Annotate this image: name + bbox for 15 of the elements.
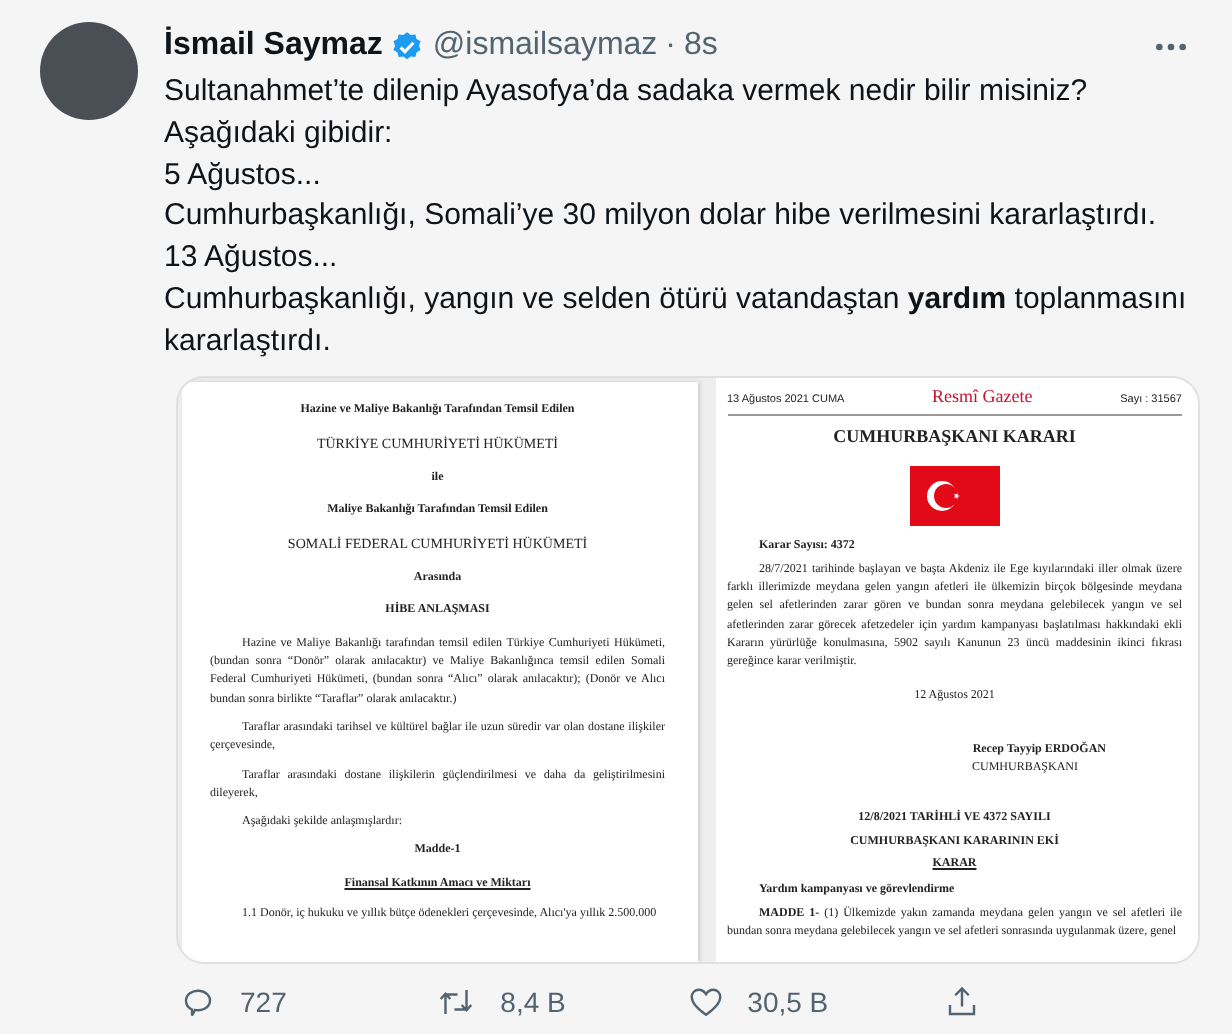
action-count: 727 (240, 985, 287, 1018)
tweet-text: Sultanahmet’te dilenip Ayasofya’da sadaka vermek nedir bilir misiniz? (164, 72, 1090, 112)
tweet-text: Cumhurbaşkanlığı, Somali’ye 30 milyon dolar hibe verilmesini kararlaştırdı. (164, 196, 1159, 237)
author-name[interactable]: İsmail Saymaz (164, 28, 383, 64)
tweet-text: 5 Ağustos... (164, 155, 323, 196)
action-count: 8,4 B (500, 985, 566, 1018)
author-handle[interactable]: @ismailsaymaz (432, 28, 658, 64)
document-title: CUMHURBAŞKANI KARARI (831, 423, 1078, 450)
separator-dot: · (665, 28, 676, 64)
gazette-name: Resmî Gazete (932, 383, 1033, 410)
tweet-text: Cumhurbaşkanlığı, yangın ve selden ötürü vatandaştan yardım toplanmasını kararlaştırdı. (164, 279, 1189, 362)
tweet-time[interactable]: 8s (684, 28, 718, 64)
action-count: 30,5 B (747, 985, 829, 1018)
tweet-text: Aşağıdaki gibidir: (164, 113, 395, 154)
tweet-text: 13 Ağustos... (164, 238, 340, 279)
